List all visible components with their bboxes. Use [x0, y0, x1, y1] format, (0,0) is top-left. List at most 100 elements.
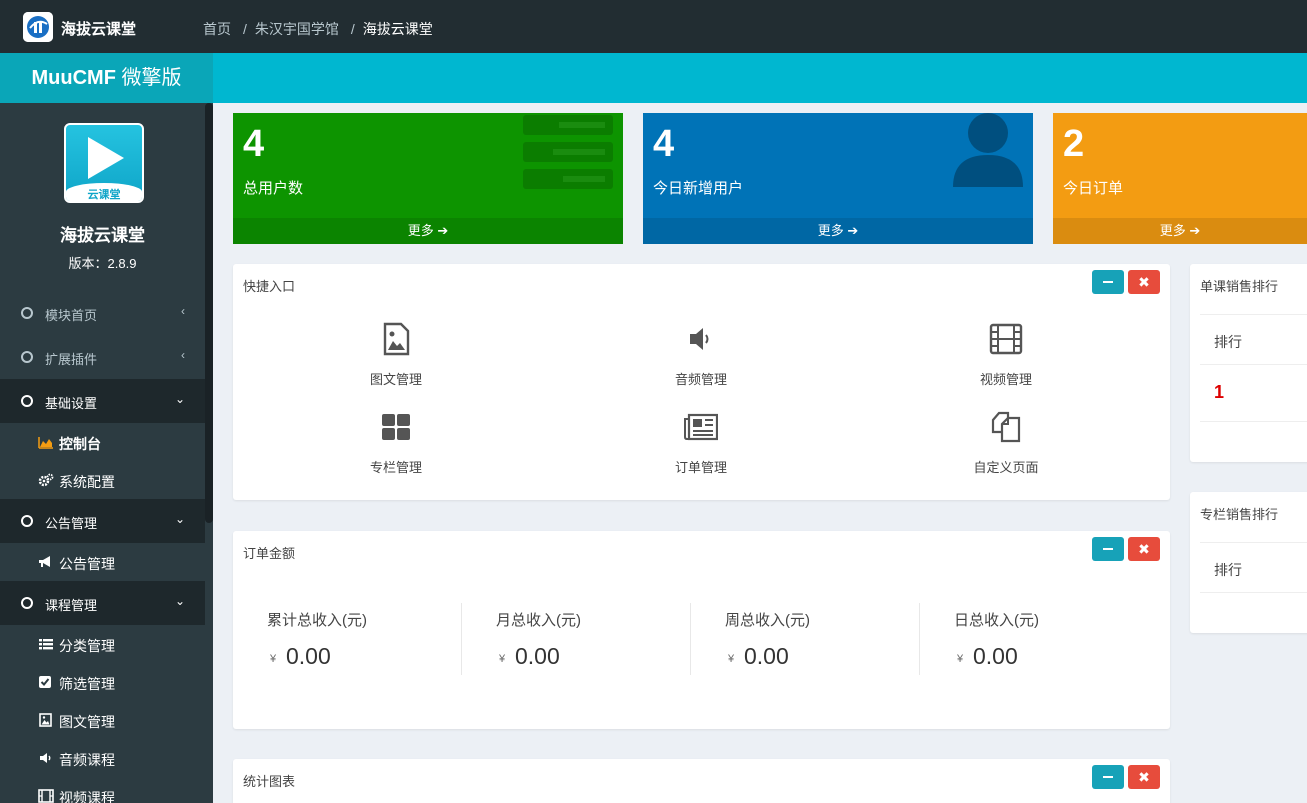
sidebar-item-system-config[interactable]: 系统配置 — [0, 461, 205, 499]
sidebar-item-label: 系统配置 — [59, 474, 115, 490]
newspaper-icon — [684, 413, 718, 441]
stat-label: 今日订单 — [1063, 180, 1124, 197]
circle-icon — [21, 395, 33, 407]
circle-icon — [21, 515, 33, 527]
sidebar-group-course[interactable]: 课程管理 ⌄ — [0, 581, 205, 625]
gears-icon — [38, 473, 54, 487]
breadcrumb-school[interactable]: 朱汉宇国学馆 — [255, 21, 339, 37]
income-day: 日总收入(元) ¥ 0.00 — [920, 603, 1149, 675]
close-button[interactable]: ✖ — [1128, 537, 1160, 561]
sidebar-group-basic-settings[interactable]: 基础设置 ⌄ — [0, 379, 205, 423]
stats-chart-panel: 统计图表 ✖ — [233, 759, 1170, 803]
arrow-circle-right-icon: ➔ — [847, 223, 859, 238]
sidebar-item-article[interactable]: 图文管理 — [0, 701, 205, 739]
quick-item-label: 音频管理 — [674, 372, 727, 387]
stat-more-link[interactable]: 更多 ➔ — [233, 218, 623, 244]
panel-title: 单课销售排行 — [1200, 279, 1279, 294]
stat-value: 2 — [1063, 123, 1085, 165]
breadcrumb-home[interactable]: 首页 — [203, 21, 231, 37]
sidebar-item-audio[interactable]: 音频课程 — [0, 739, 205, 777]
profile-version: 版本：2.8.9 — [68, 256, 137, 271]
stat-new-users-today: 4 今日新增用户 更多 ➔ — [643, 113, 1033, 244]
stat-more-link[interactable]: 更多 ➔ — [643, 218, 1033, 244]
income-label: 月总收入(元) — [496, 612, 581, 629]
single-course-rank-panel: 单课销售排行 排行 1 — [1190, 264, 1307, 462]
sidebar-group-notice[interactable]: 公告管理 ⌄ — [0, 499, 205, 543]
sidebar-scrollbar[interactable] — [205, 103, 213, 523]
grid-icon — [382, 414, 410, 440]
chevron-down-icon: ⌄ — [174, 512, 185, 526]
stat-orders-today: 2 今日订单 更多 ➔ — [1053, 113, 1307, 244]
sidebar-item-filter[interactable]: 筛选管理 — [0, 663, 205, 701]
quick-item-custom-page[interactable]: 自定义页面 — [906, 410, 1106, 476]
sidebar-item-video[interactable]: 视频课程 — [0, 777, 205, 803]
close-button[interactable]: ✖ — [1128, 765, 1160, 789]
brand-main: MuuCMF — [31, 67, 116, 89]
area-chart-icon — [38, 435, 54, 449]
sidebar-item-category[interactable]: 分类管理 — [0, 625, 205, 663]
collapse-button[interactable] — [1092, 270, 1124, 294]
sidebar-group-label: 公告管理 — [45, 516, 98, 531]
income-value: 0.00 — [515, 643, 560, 669]
circle-icon — [21, 307, 33, 319]
income-label: 日总收入(元) — [954, 612, 1039, 629]
stat-total-users: 4 总用户数 更多 ➔ — [233, 113, 623, 244]
collapse-button[interactable] — [1092, 765, 1124, 789]
currency-symbol: ¥ — [957, 653, 964, 665]
sidebar-group-label: 模块首页 — [45, 308, 98, 323]
sidebar-item-dashboard[interactable]: 控制台 — [0, 423, 205, 461]
stat-label: 总用户数 — [243, 180, 304, 197]
sidebar-item-label: 公告管理 — [59, 556, 115, 572]
film-icon — [38, 789, 54, 803]
sidebar-group-module-home[interactable]: 模块首页 ‹ — [0, 291, 205, 335]
rank-column-header: 排行 — [1214, 562, 1242, 578]
stat-label: 今日新增用户 — [653, 180, 744, 197]
sidebar-item-notice-manage[interactable]: 公告管理 — [0, 543, 205, 581]
sidebar-item-label: 视频课程 — [59, 790, 115, 803]
column-rank-panel: 专栏销售排行 排行 — [1190, 492, 1307, 633]
sidebar-group-label: 扩展插件 — [45, 352, 98, 367]
volume-icon — [38, 751, 54, 765]
collapse-button[interactable] — [1092, 537, 1124, 561]
more-label: 更多 — [817, 223, 844, 238]
rank-column-header: 排行 — [1214, 334, 1242, 350]
close-button[interactable]: ✖ — [1128, 270, 1160, 294]
rank-row: 1 — [1200, 365, 1307, 422]
panel-title: 专栏销售排行 — [1200, 507, 1279, 522]
panel-title: 快捷入口 — [243, 279, 296, 294]
app-logo-icon[interactable] — [23, 12, 53, 42]
circle-icon — [21, 351, 33, 363]
quick-item-label: 图文管理 — [369, 372, 422, 387]
sidebar-group-plugins[interactable]: 扩展插件 ‹ — [0, 335, 205, 379]
quick-item-order[interactable]: 订单管理 — [601, 410, 801, 476]
brand-bar[interactable]: MuuCMF 微擎版 — [0, 53, 213, 103]
quick-item-video[interactable]: 视频管理 — [906, 322, 1106, 388]
sidebar-item-label: 分类管理 — [59, 638, 115, 654]
breadcrumb: 首页 / 朱汉宇国学馆 / 海拔云课堂 — [203, 21, 433, 37]
rank-number: 1 — [1214, 382, 1225, 402]
income-value: 0.00 — [744, 643, 789, 669]
panel-title: 订单金额 — [243, 546, 296, 561]
quick-item-audio[interactable]: 音频管理 — [601, 322, 801, 388]
quick-item-article[interactable]: 图文管理 — [296, 322, 496, 388]
stat-more-link[interactable]: 更多 ➔ — [1053, 218, 1307, 244]
image-file-icon — [38, 713, 54, 727]
sidebar-item-label: 筛选管理 — [59, 676, 115, 692]
currency-symbol: ¥ — [270, 653, 277, 665]
list-deco-icon — [523, 115, 613, 189]
list-icon — [38, 637, 54, 651]
top-bar: 海拔云课堂 首页 / 朱汉宇国学馆 / 海拔云课堂 — [0, 0, 1307, 53]
income-label: 周总收入(元) — [725, 612, 810, 629]
quick-item-column[interactable]: 专栏管理 — [296, 410, 496, 476]
profile-name: 海拔云课堂 — [60, 226, 145, 245]
chevron-down-icon: ⌄ — [174, 392, 185, 406]
sidebar: 云课堂 海拔云课堂 版本：2.8.9 模块首页 ‹ 扩展插件 ‹ 基础设置 ⌄ … — [0, 103, 213, 803]
breadcrumb-current: 海拔云课堂 — [362, 21, 433, 37]
income-week: 周总收入(元) ¥ 0.00 — [691, 603, 920, 675]
income-total: 累计总收入(元) ¥ 0.00 — [233, 603, 462, 675]
arrow-circle-right-icon: ➔ — [437, 223, 449, 238]
income-label: 累计总收入(元) — [267, 612, 367, 629]
copy-icon — [991, 411, 1021, 443]
circle-icon — [21, 597, 33, 609]
income-value: 0.00 — [286, 643, 331, 669]
